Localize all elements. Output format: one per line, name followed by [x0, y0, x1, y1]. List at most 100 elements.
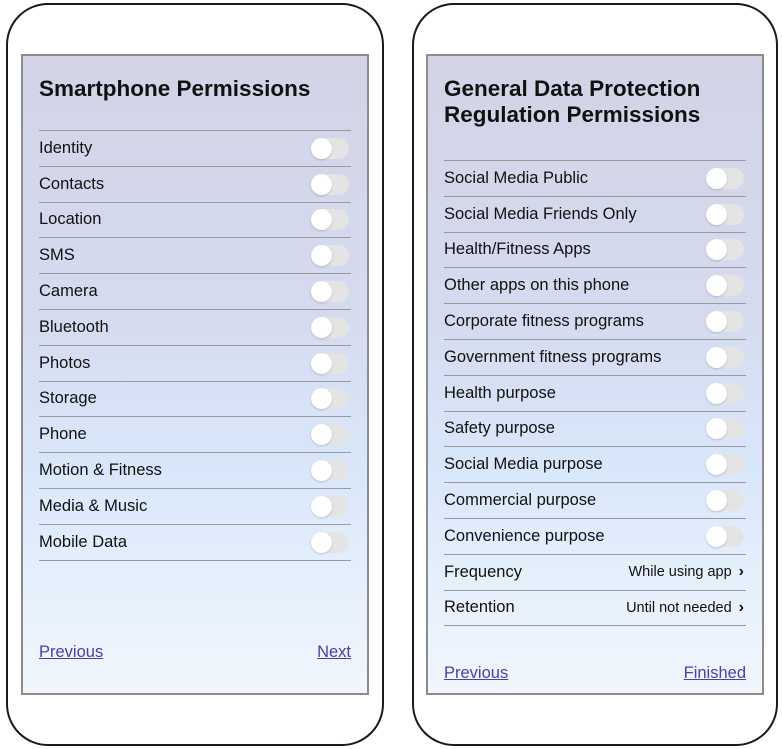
- permission-row-government-fitness-programs: Government fitness programs: [444, 340, 746, 376]
- toggle-switch[interactable]: [706, 239, 744, 261]
- permission-label: Mobile Data: [39, 532, 128, 551]
- permission-list: Social Media Public Social Media Friends …: [444, 160, 746, 627]
- toggle-switch[interactable]: [706, 311, 744, 333]
- permission-row-camera: Camera: [39, 274, 351, 310]
- permission-row-location: Location: [39, 203, 351, 239]
- toggle-switch[interactable]: [706, 203, 744, 225]
- permission-label: Social Media purpose: [444, 455, 603, 474]
- toggle-switch[interactable]: [311, 316, 349, 338]
- permission-row-safety-purpose: Safety purpose: [444, 412, 746, 448]
- toggle-switch[interactable]: [311, 424, 349, 446]
- permission-row-bluetooth: Bluetooth: [39, 310, 351, 346]
- toggle-switch[interactable]: [311, 173, 349, 195]
- permission-label: Corporate fitness programs: [444, 312, 644, 331]
- permission-list: Identity Contacts Location SMS Camera Bluetoo…: [39, 130, 351, 561]
- toggle-knob: [311, 388, 332, 410]
- toggle-knob: [311, 531, 332, 553]
- toggle-knob: [706, 382, 727, 404]
- permission-row-contacts: Contacts: [39, 167, 351, 203]
- toggle-knob: [311, 460, 332, 482]
- permission-label: Commercial purpose: [444, 491, 597, 510]
- setting-row-retention[interactable]: Retention Until not needed ›: [444, 591, 746, 627]
- toggle-knob: [706, 490, 727, 512]
- toggle-switch[interactable]: [311, 137, 349, 159]
- permission-row-social-media-friends-only: Social Media Friends Only: [444, 197, 746, 233]
- permission-row-media-music: Media & Music: [39, 489, 351, 525]
- permission-label: Social Media Friends Only: [444, 204, 637, 223]
- phone-frame-left: Smartphone Permissions Identity Contacts L…: [6, 3, 384, 746]
- toggle-switch[interactable]: [311, 281, 349, 303]
- toggle-knob: [311, 424, 332, 446]
- permission-row-health-purpose: Health purpose: [444, 376, 746, 412]
- toggle-knob: [706, 275, 727, 297]
- permission-row-social-media-purpose: Social Media purpose: [444, 447, 746, 484]
- toggle-switch[interactable]: [706, 167, 744, 189]
- toggle-knob: [706, 525, 727, 547]
- phone-frame-right: General Data Protection Regulation Permi…: [412, 3, 778, 746]
- toggle-switch[interactable]: [706, 490, 744, 512]
- setting-label: Frequency: [444, 562, 522, 581]
- permission-row-commercial-purpose: Commercial purpose: [444, 483, 746, 519]
- toggle-knob: [706, 346, 727, 368]
- toggle-knob: [706, 167, 727, 189]
- permission-row-storage: Storage: [39, 382, 351, 418]
- toggle-knob: [311, 495, 332, 517]
- toggle-switch[interactable]: [311, 245, 349, 267]
- toggle-switch[interactable]: [706, 418, 744, 440]
- permission-row-other-apps-on-this-phone: Other apps on this phone: [444, 268, 746, 305]
- permission-label: Photos: [39, 353, 91, 372]
- toggle-knob: [311, 209, 332, 231]
- previous-link[interactable]: Previous: [444, 664, 508, 683]
- permission-row-social-media-public: Social Media Public: [444, 161, 746, 197]
- toggle-knob: [706, 239, 727, 261]
- permission-row-photos: Photos: [39, 346, 351, 382]
- permission-label: Health/Fitness Apps: [444, 240, 591, 259]
- permission-label: Phone: [39, 425, 87, 444]
- toggle-switch[interactable]: [706, 346, 744, 368]
- permission-label: Bluetooth: [39, 317, 109, 336]
- permission-row-identity: Identity: [39, 131, 351, 167]
- permission-row-corporate-fitness-programs: Corporate fitness programs: [444, 304, 746, 340]
- page-title: Smartphone Permissions: [39, 76, 311, 101]
- toggle-knob: [311, 316, 332, 338]
- toggle-knob: [706, 311, 727, 333]
- smartphone-permissions-screen: Smartphone Permissions Identity Contacts L…: [21, 54, 369, 695]
- chevron-right-icon: ›: [738, 563, 744, 581]
- permission-row-health-fitness-apps: Health/Fitness Apps: [444, 233, 746, 269]
- permission-label: Health purpose: [444, 383, 556, 402]
- toggle-switch[interactable]: [311, 209, 349, 231]
- toggle-knob: [311, 245, 332, 267]
- permission-label: Location: [39, 210, 102, 229]
- permission-row-mobile-data: Mobile Data: [39, 525, 351, 561]
- permission-row-motion-fitness: Motion & Fitness: [39, 453, 351, 489]
- navigation-bar: Previous Next: [39, 643, 351, 662]
- setting-label: Retention: [444, 598, 515, 617]
- toggle-switch[interactable]: [311, 495, 349, 517]
- permission-row-phone: Phone: [39, 417, 351, 454]
- navigation-bar: Previous Finished: [444, 664, 746, 683]
- toggle-switch[interactable]: [706, 525, 744, 547]
- setting-row-frequency[interactable]: Frequency While using app ›: [444, 555, 746, 591]
- toggle-switch[interactable]: [311, 460, 349, 482]
- next-link[interactable]: Next: [317, 643, 351, 662]
- toggle-switch[interactable]: [311, 352, 349, 374]
- setting-value: Until not needed: [626, 599, 732, 616]
- permission-row-convenience-purpose: Convenience purpose: [444, 519, 746, 555]
- toggle-knob: [311, 281, 332, 303]
- toggle-switch[interactable]: [706, 275, 744, 297]
- toggle-switch[interactable]: [706, 382, 744, 404]
- toggle-switch[interactable]: [311, 531, 349, 553]
- permission-label: Camera: [39, 282, 98, 301]
- toggle-switch[interactable]: [706, 454, 744, 476]
- permission-label: Social Media Public: [444, 168, 588, 187]
- toggle-knob: [706, 418, 727, 440]
- permission-label: Contacts: [39, 174, 105, 193]
- chevron-right-icon: ›: [738, 598, 744, 616]
- previous-link[interactable]: Previous: [39, 643, 103, 662]
- finished-link[interactable]: Finished: [684, 664, 746, 683]
- permission-label: Safety purpose: [444, 419, 555, 438]
- permission-label: Motion & Fitness: [39, 461, 162, 480]
- toggle-knob: [706, 454, 727, 476]
- permission-row-sms: SMS: [39, 238, 351, 275]
- toggle-switch[interactable]: [311, 388, 349, 410]
